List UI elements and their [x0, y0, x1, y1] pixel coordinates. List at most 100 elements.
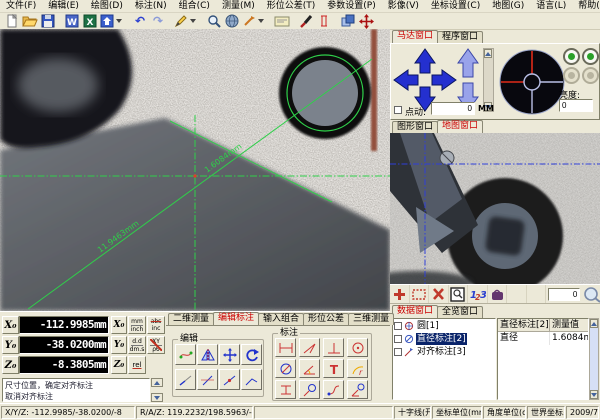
annot-perpendicular-button[interactable] — [323, 338, 344, 357]
save-file-button[interactable] — [39, 13, 57, 29]
surface-light-button[interactable] — [563, 48, 580, 65]
unit-toggle-button[interactable]: mminch — [128, 316, 146, 334]
scroll-down-button[interactable] — [151, 393, 163, 402]
rel-toggle-button[interactable]: rel — [128, 356, 146, 374]
search-lens-icon[interactable] — [583, 286, 600, 303]
map-view[interactable] — [390, 133, 600, 284]
annot-distance-button[interactable] — [275, 338, 296, 357]
tab-data-window[interactable]: 数据窗口 — [392, 305, 438, 318]
scroll-down-button[interactable] — [590, 390, 598, 399]
zero-x-button[interactable]: X₀ — [111, 316, 127, 334]
new-file-button[interactable] — [3, 13, 21, 29]
copy-tool-button[interactable] — [339, 13, 357, 29]
count-input[interactable] — [548, 288, 580, 301]
scroll-up-button[interactable] — [151, 378, 163, 387]
tab-motor-window[interactable]: 马达窗口 — [392, 30, 438, 43]
aux-light-button-2[interactable] — [582, 67, 599, 84]
menu-video[interactable]: 影像(V) — [382, 0, 425, 12]
item-checkbox[interactable] — [394, 335, 402, 343]
angle-format-toggle-button[interactable]: d.ddm.s — [128, 336, 146, 354]
edit-move-button[interactable] — [219, 344, 240, 365]
annot-radius-button[interactable]: r — [347, 359, 368, 378]
speed-scrollbar[interactable] — [483, 48, 494, 112]
edit-mirror-button[interactable] — [197, 344, 218, 365]
image-tool-button[interactable] — [223, 13, 241, 29]
contour-light-button[interactable] — [582, 48, 599, 65]
zoom-tool-button[interactable] — [205, 13, 223, 29]
annot-width-button[interactable] — [275, 380, 296, 399]
edit-break-line-button[interactable] — [219, 369, 240, 390]
menu-coordinate[interactable]: 坐标设置(C) — [425, 0, 486, 12]
abs-inc-toggle-button[interactable]: absinc — [147, 316, 165, 334]
annot-circle-line-button[interactable] — [299, 380, 320, 399]
menu-combine[interactable]: 组合(C) — [173, 0, 216, 12]
annot-text-button[interactable]: T — [323, 359, 344, 378]
empty-button-1[interactable] — [507, 285, 527, 303]
table-cell-value[interactable]: 1.6084mm — [550, 332, 588, 345]
tree-item-diameter[interactable]: 直径标注[2] — [393, 332, 495, 345]
pick-tool-button[interactable] — [241, 13, 267, 29]
tab-edit-annotation[interactable]: 编辑标注 — [213, 312, 259, 325]
move-tool-button[interactable] — [357, 13, 375, 29]
item-checkbox[interactable] — [394, 348, 402, 356]
annot-circle-angle-button[interactable] — [347, 380, 368, 399]
brightness-input[interactable] — [559, 99, 593, 112]
menu-annotate[interactable]: 标注(N) — [129, 0, 173, 12]
jog-step-input[interactable] — [431, 102, 475, 115]
menu-measure[interactable]: 测量(M) — [216, 0, 261, 12]
tab-3d-measure[interactable]: 三维测量 — [348, 313, 394, 325]
annot-angle-button[interactable] — [299, 359, 320, 378]
brush-tool-button[interactable] — [297, 13, 315, 29]
tab-form-tolerance[interactable]: 形位公差 — [303, 313, 349, 325]
annot-point-line-button[interactable] — [299, 338, 320, 357]
jog-checkbox[interactable] — [394, 106, 402, 114]
tree-item-align[interactable]: 对齐标注[3] — [393, 345, 495, 358]
annot-center-button[interactable] — [347, 338, 368, 357]
select-box-button[interactable] — [410, 285, 430, 303]
menu-settings[interactable]: 参数设置(P) — [321, 0, 381, 12]
tree-item-circle[interactable]: 圆[1] — [393, 319, 495, 332]
add-feature-button[interactable] — [390, 285, 410, 303]
tab-graphics-window[interactable]: 图形窗口 — [392, 121, 438, 133]
empty-button-2[interactable] — [527, 285, 547, 303]
tab-overview-window[interactable]: 全览窗口 — [437, 306, 483, 318]
card-tool-button[interactable] — [273, 13, 291, 29]
scroll-up-button[interactable] — [484, 49, 492, 58]
edit-extend-line-button[interactable] — [197, 369, 218, 390]
item-checkbox[interactable] — [394, 322, 402, 330]
aux-light-button[interactable] — [563, 67, 580, 84]
edit-curve-points-button[interactable] — [175, 344, 196, 365]
delete-feature-button[interactable] — [429, 285, 449, 303]
zero-z-button[interactable]: Z₀ — [111, 356, 127, 374]
data-scrollbar[interactable] — [589, 318, 599, 400]
menu-edit[interactable]: 编辑(E) — [42, 0, 85, 12]
camera-view[interactable]: 11.9463mm 1.6084mm — [0, 29, 390, 311]
menu-map[interactable]: 地图(G) — [486, 0, 530, 12]
joystick-control[interactable] — [497, 46, 567, 116]
edit-rotate-button[interactable] — [241, 344, 262, 365]
menu-language[interactable]: 语言(L) — [530, 0, 572, 12]
redo-button[interactable]: ↷ — [149, 13, 167, 29]
export-word-button[interactable]: W — [63, 13, 81, 29]
table-header-feature[interactable]: 直径标注[2] — [498, 319, 550, 332]
table-cell-name[interactable]: 直径 — [498, 332, 550, 345]
draw-tool-button[interactable] — [173, 13, 199, 29]
undo-button[interactable]: ↶ — [131, 13, 149, 29]
annot-curve-button[interactable] — [323, 380, 344, 399]
scroll-up-button[interactable] — [590, 319, 598, 328]
menu-help[interactable]: 帮助(H) — [572, 0, 600, 12]
menu-file[interactable]: 文件(F) — [0, 0, 42, 12]
menu-tolerance[interactable]: 形位公差(T) — [261, 0, 322, 12]
tab-2d-measure[interactable]: 二维测量 — [168, 313, 214, 325]
report-button[interactable] — [488, 285, 508, 303]
edit-join-line-button[interactable] — [241, 369, 262, 390]
edit-trim-line-button[interactable] — [175, 369, 196, 390]
ruler-tool-button[interactable] — [315, 13, 333, 29]
export-excel-button[interactable]: X — [81, 13, 99, 29]
table-header-value[interactable]: 测量值 — [550, 319, 588, 332]
menu-draw[interactable]: 绘图(D) — [85, 0, 129, 12]
tab-map-window[interactable]: 地图窗口 — [437, 120, 483, 133]
export-data-button[interactable] — [99, 13, 125, 29]
coord-mode-toggle-button[interactable]: XYρθ — [147, 336, 165, 354]
show-numbers-button[interactable]: 123 — [468, 285, 488, 303]
